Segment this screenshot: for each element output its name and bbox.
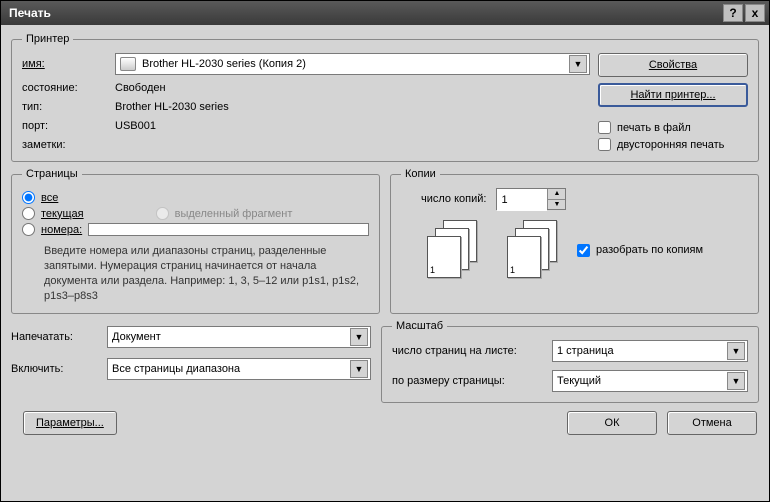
collate-checkbox[interactable] [577,244,590,257]
pages-numbers-radio[interactable] [22,223,35,236]
pages-hint: Введите номера или диапазоны страниц, ра… [22,244,369,303]
printer-type-value: Brother HL-2030 series [115,101,590,113]
window-title: Печать [9,6,721,20]
pages-current-radio[interactable] [22,207,35,220]
copies-count-spinner[interactable]: ▲ ▼ [496,188,566,210]
output-controls: Напечатать: Документ ▼ Включить: Все стр… [11,320,371,403]
pages-per-sheet-label: число страниц на листе: [392,345,552,357]
copies-group: Копии число копий: ▲ ▼ 3 [390,168,759,314]
copies-legend: Копии [401,168,440,180]
print-what-select[interactable]: Документ ▼ [107,326,371,348]
chevron-down-icon: ▼ [350,328,368,346]
pages-selection-label: выделенный фрагмент [175,208,293,220]
copies-count-input[interactable] [497,189,547,211]
printer-notes-label: заметки: [22,139,102,151]
titlebar: Печать ? x [1,1,769,25]
pages-numbers-label: номера: [41,224,82,236]
options-button[interactable]: Параметры... [23,411,117,435]
pages-all-label: все [41,192,58,204]
close-button[interactable]: x [745,4,765,22]
cancel-button[interactable]: Отмена [667,411,757,435]
pages-numbers-input[interactable] [88,223,369,236]
printer-state-value: Свободен [115,82,590,94]
print-what-label: Напечатать: [11,331,101,343]
pages-group: Страницы все текущая выделенный фрагмент… [11,168,380,314]
print-dialog: Печать ? x Принтер имя: Brother HL-2030 … [0,0,770,502]
printer-port-value: USB001 [115,120,590,132]
pages-legend: Страницы [22,168,82,180]
duplex-checkbox[interactable] [598,138,611,151]
collate-label: разобрать по копиям [596,244,703,256]
help-button[interactable]: ? [723,4,743,22]
find-printer-button[interactable]: Найти принтер... [598,83,748,107]
properties-button[interactable]: Свойства [598,53,748,77]
chevron-down-icon: ▼ [569,55,587,73]
pages-all-radio[interactable] [22,191,35,204]
collate-preview: 3 2 1 3 2 1 [427,220,557,280]
printer-icon [120,57,136,71]
printer-type-label: тип: [22,101,102,113]
client-area: Принтер имя: Brother HL-2030 series (Коп… [1,25,769,501]
printer-group: Принтер имя: Brother HL-2030 series (Коп… [11,33,759,162]
button-bar: Параметры... ОК Отмена [11,409,759,435]
printer-legend: Принтер [22,33,73,45]
scale-legend: Масштаб [392,320,447,332]
duplex-label: двусторонняя печать [617,139,724,151]
printer-name-select[interactable]: Brother HL-2030 series (Копия 2) ▼ [115,53,590,75]
scale-group: Масштаб число страниц на листе: 1 страни… [381,320,759,403]
printer-port-label: порт: [22,120,102,132]
fit-to-value: Текущий [557,375,727,387]
pages-current-label: текущая [41,208,84,220]
print-to-file-checkbox[interactable] [598,121,611,134]
chevron-down-icon: ▼ [727,372,745,390]
copies-count-label: число копий: [421,193,486,205]
pages-selection-radio [156,207,169,220]
ok-button[interactable]: ОК [567,411,657,435]
spin-down-icon[interactable]: ▼ [547,200,565,210]
printer-name-value: Brother HL-2030 series (Копия 2) [142,58,569,70]
include-value: Все страницы диапазона [112,363,350,375]
fit-to-select[interactable]: Текущий ▼ [552,370,748,392]
chevron-down-icon: ▼ [727,342,745,360]
print-to-file-label: печать в файл [617,122,691,134]
spin-up-icon[interactable]: ▲ [547,189,565,200]
pages-per-sheet-select[interactable]: 1 страница ▼ [552,340,748,362]
print-what-value: Документ [112,331,350,343]
printer-state-label: состояние: [22,82,102,94]
fit-to-label: по размеру страницы: [392,375,552,387]
include-label: Включить: [11,363,101,375]
chevron-down-icon: ▼ [350,360,368,378]
printer-name-label: имя: [22,58,102,70]
pages-per-sheet-value: 1 страница [557,345,727,357]
include-select[interactable]: Все страницы диапазона ▼ [107,358,371,380]
